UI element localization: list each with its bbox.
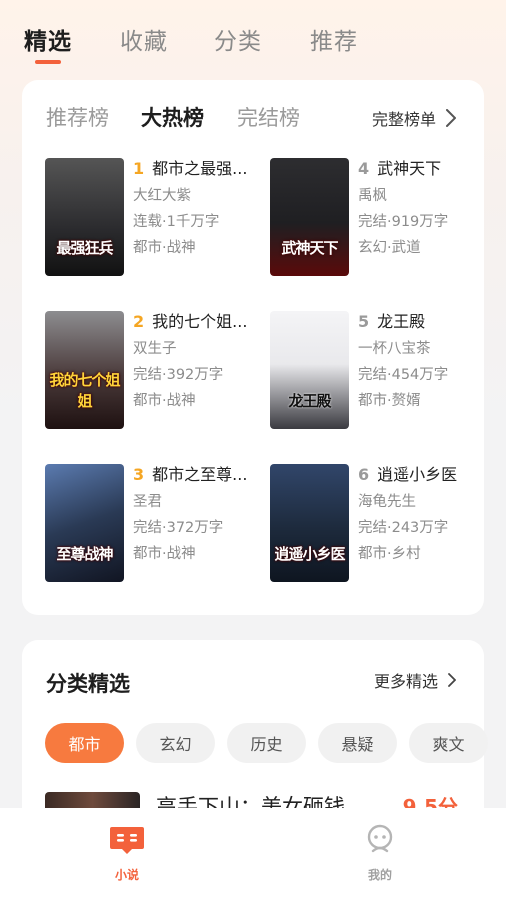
book-status: 完结·243万字	[358, 520, 449, 536]
book-item-3[interactable]: 至尊战神 3 都市之至尊... 圣君 完结·372万字 都市·战神	[45, 464, 260, 584]
chip-history[interactable]: 历史	[227, 723, 306, 763]
tab-favorites[interactable]: 收藏	[120, 22, 168, 56]
book-status: 完结·392万字	[133, 367, 224, 383]
book-tags: 都市·战神	[133, 393, 196, 409]
chevron-right-icon	[446, 109, 456, 127]
chip-fantasy[interactable]: 玄幻	[136, 723, 215, 763]
tab-finished-rank[interactable]: 完结榜	[237, 102, 300, 132]
more-picks-link[interactable]: 更多精选	[374, 668, 456, 692]
book-cover: 武神天下	[270, 158, 349, 276]
book-title: 龙王殿	[377, 312, 426, 331]
book-item-4[interactable]: 武神天下 4 武神天下 禹枫 完结·919万字 玄幻·武道	[270, 158, 485, 278]
chip-urban[interactable]: 都市	[45, 723, 124, 763]
book-author: 双生子	[133, 341, 177, 357]
rank-number: 2	[133, 312, 145, 331]
book-author: 海龟先生	[358, 494, 416, 510]
book-cover: 龙王殿	[270, 311, 349, 429]
book-status: 连载·1千万字	[133, 214, 220, 230]
book-status: 完结·454万字	[358, 367, 449, 383]
nav-profile[interactable]: 我的	[350, 824, 410, 883]
category-section-title: 分类精选	[46, 672, 130, 696]
rank-number: 6	[358, 465, 370, 484]
tab-hot-rank[interactable]: 大热榜	[141, 102, 204, 132]
book-cover: 逍遥小乡医	[270, 464, 349, 582]
full-list-link[interactable]: 完整榜单	[372, 106, 456, 130]
book-tags: 都市·乡村	[358, 546, 421, 562]
book-tags: 都市·战神	[133, 240, 196, 256]
book-status: 完结·372万字	[133, 520, 224, 536]
ranking-tabs: 推荐榜 大热榜 完结榜 完整榜单	[22, 80, 484, 152]
book-cover: 至尊战神	[45, 464, 124, 582]
book-author: 圣君	[133, 494, 162, 510]
profile-icon	[367, 824, 393, 853]
cover-title: 逍遥小乡医	[274, 545, 345, 563]
rank-number: 3	[133, 465, 145, 484]
cover-title: 我的七个姐姐	[49, 371, 120, 410]
cover-title: 武神天下	[281, 239, 338, 257]
cover-title: 最强狂兵	[56, 239, 113, 257]
book-item-2[interactable]: 我的七个姐姐 2 我的七个姐... 双生子 完结·392万字 都市·战神	[45, 311, 260, 431]
cover-title: 龙王殿	[288, 392, 331, 410]
book-status: 完结·919万字	[358, 214, 449, 230]
nav-profile-label: 我的	[367, 868, 392, 882]
active-tab-indicator	[35, 60, 61, 64]
book-cover: 最强狂兵	[45, 158, 124, 276]
rank-number: 1	[133, 159, 145, 178]
book-author: 大红大紫	[133, 188, 191, 204]
book-tags: 都市·赘婿	[358, 393, 421, 409]
chip-cool[interactable]: 爽文	[409, 723, 488, 763]
tab-featured[interactable]: 精选	[24, 22, 72, 56]
bottom-nav: 小说 我的	[0, 808, 506, 900]
book-title: 都市之至尊...	[152, 465, 248, 484]
chip-mystery[interactable]: 悬疑	[318, 723, 397, 763]
book-item-5[interactable]: 龙王殿 5 龙王殿 一杯八宝茶 完结·454万字 都市·赘婿	[270, 311, 485, 431]
full-list-label: 完整榜单	[371, 110, 436, 129]
book-cover: 我的七个姐姐	[45, 311, 124, 429]
book-tags: 都市·战神	[133, 546, 196, 562]
book-author: 禹枫	[358, 188, 387, 204]
book-author: 一杯八宝茶	[358, 341, 431, 357]
tab-recommend[interactable]: 推荐	[310, 22, 358, 56]
book-title: 都市之最强...	[152, 159, 248, 178]
book-title: 逍遥小乡医	[377, 465, 458, 484]
ranking-card: 推荐榜 大热榜 完结榜 完整榜单 最强狂兵 1 都市之最强... 大红大紫 连载·…	[22, 80, 484, 615]
book-item-6[interactable]: 逍遥小乡医 6 逍遥小乡医 海龟先生 完结·243万字 都市·乡村	[270, 464, 485, 584]
tab-recommend-rank[interactable]: 推荐榜	[46, 102, 109, 132]
book-icon	[110, 827, 144, 854]
category-chips: 都市 玄幻 历史 悬疑 爽文	[45, 723, 500, 763]
book-title: 我的七个姐...	[152, 312, 248, 331]
rank-number: 4	[358, 159, 370, 178]
book-item-1[interactable]: 最强狂兵 1 都市之最强... 大红大紫 连载·1千万字 都市·战神	[45, 158, 260, 278]
nav-novel-label: 小说	[114, 868, 139, 882]
tab-categories[interactable]: 分类	[214, 22, 262, 56]
top-tab-bar: 精选 收藏 分类 推荐	[0, 0, 506, 72]
cover-title: 至尊战神	[56, 545, 113, 563]
nav-novel[interactable]: 小说	[97, 824, 157, 883]
rank-number: 5	[358, 312, 370, 331]
book-title: 武神天下	[377, 159, 442, 178]
chevron-right-icon	[448, 673, 456, 687]
more-picks-label: 更多精选	[373, 672, 438, 691]
book-tags: 玄幻·武道	[358, 240, 421, 256]
